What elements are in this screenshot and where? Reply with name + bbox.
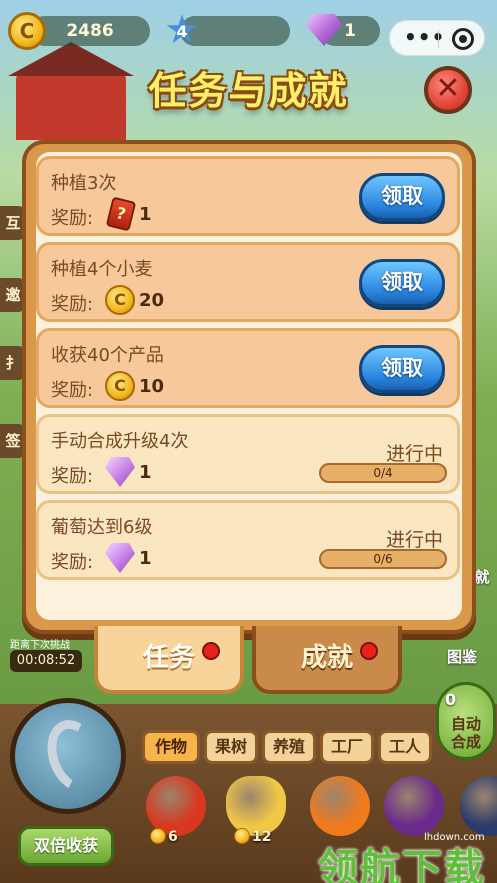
reward-quantity: 20 bbox=[139, 290, 165, 311]
tomato-price-value: 6 bbox=[168, 829, 178, 845]
close-panel-button[interactable]: ✕ bbox=[424, 66, 472, 114]
coin-icon: C bbox=[105, 285, 135, 315]
carrot-item[interactable] bbox=[310, 776, 370, 836]
close-miniprogram-icon[interactable] bbox=[452, 28, 474, 50]
star-icon: ★ 4 bbox=[162, 10, 202, 50]
side-button-4-label: 签 bbox=[5, 432, 21, 450]
notification-dot bbox=[360, 642, 378, 660]
reward-label: 奖励: bbox=[51, 466, 94, 487]
tab-achievements-label: 成就 bbox=[300, 643, 353, 673]
claim-button[interactable]: 领取 bbox=[359, 345, 445, 393]
reward-quantity: 1 bbox=[139, 462, 152, 483]
claim-button[interactable]: 领取 bbox=[359, 173, 445, 221]
grape-item[interactable] bbox=[384, 776, 444, 836]
coin-icon bbox=[150, 828, 166, 844]
wheat-item[interactable] bbox=[226, 776, 286, 836]
reward-quantity: 1 bbox=[139, 548, 152, 569]
auto-merge-button[interactable]: 0 自动 合成 bbox=[436, 682, 496, 760]
task-title: 手动合成升级4次 bbox=[51, 431, 189, 452]
gem-count: 1 bbox=[344, 21, 356, 41]
progress-bar: 0/6 bbox=[319, 549, 447, 569]
progress-bar: 0/4 bbox=[319, 463, 447, 483]
challenge-timer-label: 距离下次挑战 bbox=[10, 640, 70, 651]
mini-program-capsule: ••• bbox=[389, 20, 485, 56]
wheat-price-value: 12 bbox=[252, 829, 272, 845]
gem-icon bbox=[105, 457, 135, 487]
auto-merge-label: 自动 合成 bbox=[450, 715, 481, 751]
task-item-3: 收获40个产品 奖励: C 10 领取 bbox=[36, 328, 460, 408]
coin-icon: C bbox=[8, 12, 46, 50]
tab-achievements[interactable]: 成就 bbox=[252, 626, 402, 694]
gem-icon bbox=[105, 543, 135, 573]
category-tab-workers[interactable]: 工人 bbox=[378, 730, 432, 764]
task-item-2: 种植4个小麦 奖励: C 20 领取 bbox=[36, 242, 460, 322]
tab-tasks-label: 任务 bbox=[142, 643, 195, 673]
reward-quantity: 10 bbox=[139, 376, 165, 397]
task-title: 种植3次 bbox=[51, 173, 117, 194]
level-number: 4 bbox=[176, 22, 188, 41]
reward-label: 奖励: bbox=[51, 208, 94, 229]
category-tab-livestock[interactable]: 养殖 bbox=[262, 730, 316, 764]
coin-count: 2486 bbox=[66, 21, 114, 41]
card-icon: ? bbox=[105, 196, 137, 232]
more-options-icon[interactable]: ••• bbox=[404, 25, 445, 49]
watermark-logo: 领航下载 bbox=[318, 846, 486, 883]
task-item-1: 种植3次 奖励: ? 1 领取 bbox=[36, 156, 460, 236]
double-harvest-button[interactable]: 双倍收获 bbox=[18, 826, 114, 866]
wheat-price: 12 bbox=[234, 828, 271, 846]
reward-label: 奖励: bbox=[51, 380, 94, 401]
progress-text: 0/4 bbox=[373, 466, 393, 480]
watermark-url: lhdown.com bbox=[424, 832, 485, 843]
task-item-5: 葡萄达到6级 奖励: 1 进行中 0/6 bbox=[36, 500, 460, 580]
progress-text: 0/6 bbox=[373, 552, 393, 566]
reward-label: 奖励: bbox=[51, 294, 94, 315]
status-text: 进行中 bbox=[385, 443, 443, 465]
coin-icon bbox=[234, 828, 250, 844]
side-button-2-label: 邀 bbox=[5, 286, 21, 304]
task-title: 葡萄达到6级 bbox=[51, 517, 153, 538]
category-tab-fruit-trees[interactable]: 果树 bbox=[204, 730, 258, 764]
task-list: 种植3次 奖励: ? 1 领取 种植4个小麦 奖励: C 20 领取 收获40个… bbox=[36, 152, 462, 620]
capsule-divider bbox=[438, 30, 439, 48]
tab-tasks[interactable]: 任务 bbox=[94, 626, 244, 694]
panel-title: 任务与成就 bbox=[148, 69, 349, 113]
task-item-4: 手动合成升级4次 奖励: 1 进行中 0/4 bbox=[36, 414, 460, 494]
side-button-3-label: 扌 bbox=[5, 354, 21, 372]
status-text: 进行中 bbox=[385, 529, 443, 551]
side-button-1-label: 互 bbox=[5, 214, 21, 232]
claim-button[interactable]: 领取 bbox=[359, 259, 445, 307]
reward-quantity: 1 bbox=[139, 204, 152, 225]
tomato-item[interactable] bbox=[146, 776, 206, 836]
reward-label: 奖励: bbox=[51, 552, 94, 573]
category-tab-factory[interactable]: 工厂 bbox=[320, 730, 374, 764]
coin-counter: 2486 bbox=[30, 16, 150, 46]
coin-icon: C bbox=[105, 371, 135, 401]
tomato-price: 6 bbox=[150, 828, 178, 846]
harvest-tool[interactable] bbox=[10, 698, 126, 814]
notification-dot bbox=[202, 642, 220, 660]
auto-merge-count: 0 bbox=[445, 690, 457, 709]
close-icon: ✕ bbox=[435, 71, 461, 106]
category-tab-crops[interactable]: 作物 bbox=[142, 730, 200, 764]
task-panel: 种植3次 奖励: ? 1 领取 种植4个小麦 奖励: C 20 领取 收获40个… bbox=[22, 140, 476, 634]
sickle-icon bbox=[37, 712, 113, 800]
atlas-button[interactable]: 图鉴 bbox=[436, 632, 488, 670]
task-title: 收获40个产品 bbox=[51, 345, 164, 366]
challenge-timer: 00:08:52 bbox=[10, 650, 82, 672]
task-title: 种植4个小麦 bbox=[51, 259, 153, 280]
